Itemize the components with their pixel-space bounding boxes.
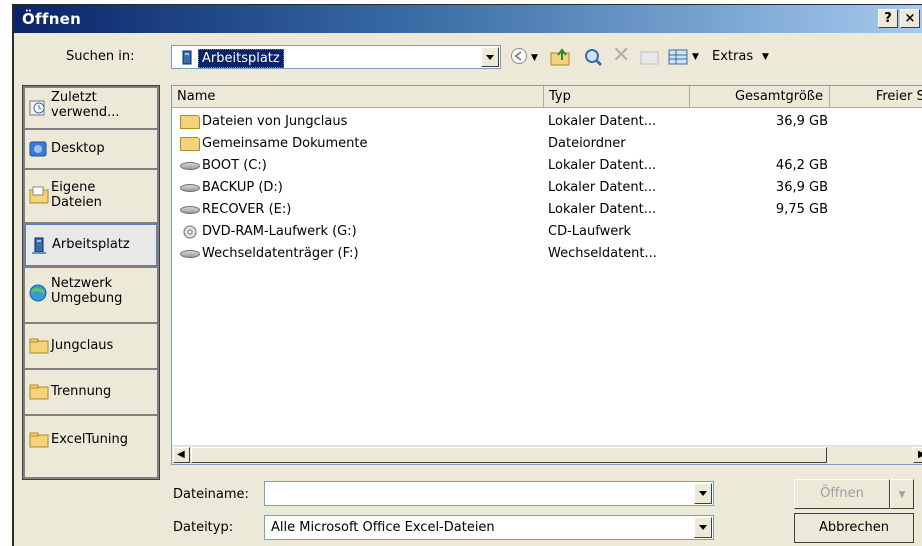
views-button[interactable]: ▼: [666, 45, 706, 69]
views-dropdown-icon: ▼: [692, 52, 699, 62]
column-header-type[interactable]: Typ: [544, 86, 690, 108]
extras-label: Extras: [712, 49, 754, 64]
delete-icon: ✕: [612, 43, 631, 68]
removable-drive-icon: [180, 250, 200, 258]
help-button[interactable]: ?: [878, 9, 898, 28]
open-button-label: Öffnen: [820, 486, 864, 501]
lookin-combo[interactable]: Arbeitsplatz: [171, 45, 501, 69]
place-my-documents[interactable]: Eigene Dateien: [25, 170, 157, 222]
list-item[interactable]: BOOT (C:) Lokaler Datent... 46,2 GB: [172, 155, 922, 177]
recent-icon: [29, 98, 47, 116]
extras-menu[interactable]: Extras ▼: [712, 45, 792, 69]
folder-icon: [180, 137, 200, 151]
place-desktop[interactable]: Desktop: [25, 130, 157, 168]
place-label: Zuletzt verwend...: [51, 90, 120, 120]
filetype-value: Alle Microsoft Office Excel-Dateien: [271, 520, 495, 535]
cancel-button-label: Abbrechen: [818, 520, 890, 535]
place-label: Netzwerk Umgebung: [51, 276, 123, 306]
place-label: Eigene Dateien: [51, 180, 102, 210]
lookin-value: Arbeitsplatz: [198, 49, 284, 68]
arrow-left-icon: ◀: [177, 449, 185, 460]
list-item[interactable]: RECOVER (E:) Lokaler Datent... 9,75 GB: [172, 199, 922, 221]
lookin-label: Suchen in:: [66, 49, 135, 64]
scroll-right-button[interactable]: ▶: [913, 447, 922, 463]
filetype-dropdown-button[interactable]: [694, 517, 712, 538]
my-computer-icon: [180, 50, 194, 66]
close-button[interactable]: ×: [900, 9, 920, 28]
filename-dropdown-button[interactable]: [694, 483, 712, 504]
search-web-icon: [583, 47, 603, 71]
column-header-size[interactable]: Gesamtgröße: [690, 86, 830, 108]
place-label: Arbeitsplatz: [52, 237, 130, 252]
place-label: Jungclaus: [51, 338, 114, 353]
folder-icon: [29, 384, 49, 400]
filename-input[interactable]: [264, 481, 714, 506]
place-label: ExcelTuning: [51, 432, 128, 447]
place-recent[interactable]: Zuletzt verwend...: [25, 88, 157, 128]
filetype-label: Dateityp:: [173, 520, 234, 535]
scroll-left-button[interactable]: ◀: [173, 447, 190, 463]
place-label: Trennung: [51, 384, 112, 399]
delete-button[interactable]: ✕: [610, 45, 634, 69]
my-computer-icon: [30, 237, 48, 254]
place-trennung[interactable]: Trennung: [25, 370, 157, 414]
lookin-selection: Arbeitsplatz: [178, 49, 284, 68]
place-my-computer[interactable]: Arbeitsplatz: [25, 224, 157, 266]
list-item[interactable]: DVD-RAM-Laufwerk (G:) CD-Laufwerk: [172, 221, 922, 243]
desktop-icon: [29, 140, 47, 157]
list-item[interactable]: Dateien von Jungclaus Lokaler Datent... …: [172, 111, 922, 133]
up-folder-button[interactable]: [548, 45, 574, 69]
column-header-name[interactable]: Name: [172, 86, 544, 108]
title-bar[interactable]: Öffnen ? ×: [14, 5, 922, 33]
search-web-button[interactable]: [580, 45, 606, 69]
network-icon: [29, 284, 47, 302]
open-dropdown-icon: ▼: [898, 490, 906, 500]
drive-icon: [180, 184, 200, 192]
file-list[interactable]: Name Typ Gesamtgröße Freier Sp Dateien v…: [171, 85, 922, 465]
list-item[interactable]: Gemeinsame Dokumente Dateiordner: [172, 133, 922, 155]
list-item[interactable]: BACKUP (D:) Lokaler Datent... 36,9 GB: [172, 177, 922, 199]
filename-label: Dateiname:: [173, 487, 249, 502]
place-label: Desktop: [51, 141, 105, 156]
place-network[interactable]: Netzwerk Umgebung: [25, 268, 157, 322]
scroll-thumb[interactable]: [191, 447, 827, 463]
folder-icon: [29, 338, 49, 354]
filetype-select[interactable]: Alle Microsoft Office Excel-Dateien: [264, 515, 714, 540]
new-folder-button[interactable]: [638, 45, 662, 69]
place-jungclaus[interactable]: Jungclaus: [25, 324, 157, 368]
open-button[interactable]: Öffnen: [794, 479, 890, 509]
up-folder-icon: [550, 48, 572, 70]
list-item[interactable]: Wechseldatenträger (F:) Wechseldatent...: [172, 243, 922, 265]
folder-icon: [180, 115, 200, 129]
horizontal-scrollbar[interactable]: ◀ ▶: [172, 445, 922, 464]
back-icon: [510, 47, 528, 69]
cancel-button[interactable]: Abbrechen: [794, 513, 914, 543]
folder-icon: [29, 432, 49, 448]
open-dialog: Öffnen ? × Suchen in: Arbeitsplatz ▼ ✕ ▼…: [12, 4, 922, 546]
new-folder-icon: [640, 50, 660, 70]
drive-icon: [180, 162, 200, 170]
back-button[interactable]: ▼: [508, 45, 544, 69]
place-exceltuning[interactable]: ExcelTuning: [25, 416, 157, 477]
open-dropdown-button[interactable]: ▼: [890, 479, 914, 509]
lookin-dropdown-button[interactable]: [481, 47, 499, 67]
arrow-right-icon: ▶: [918, 449, 922, 460]
back-dropdown-icon[interactable]: ▼: [531, 53, 538, 63]
extras-dropdown-icon: ▼: [762, 52, 769, 62]
window-title: Öffnen: [22, 10, 82, 28]
drive-icon: [180, 206, 200, 214]
views-icon: [668, 49, 688, 69]
my-documents-icon: [29, 186, 49, 204]
column-header-free-space[interactable]: Freier Sp: [830, 86, 922, 108]
places-bar: Zuletzt verwend... Desktop Eigene Dateie…: [22, 85, 160, 480]
